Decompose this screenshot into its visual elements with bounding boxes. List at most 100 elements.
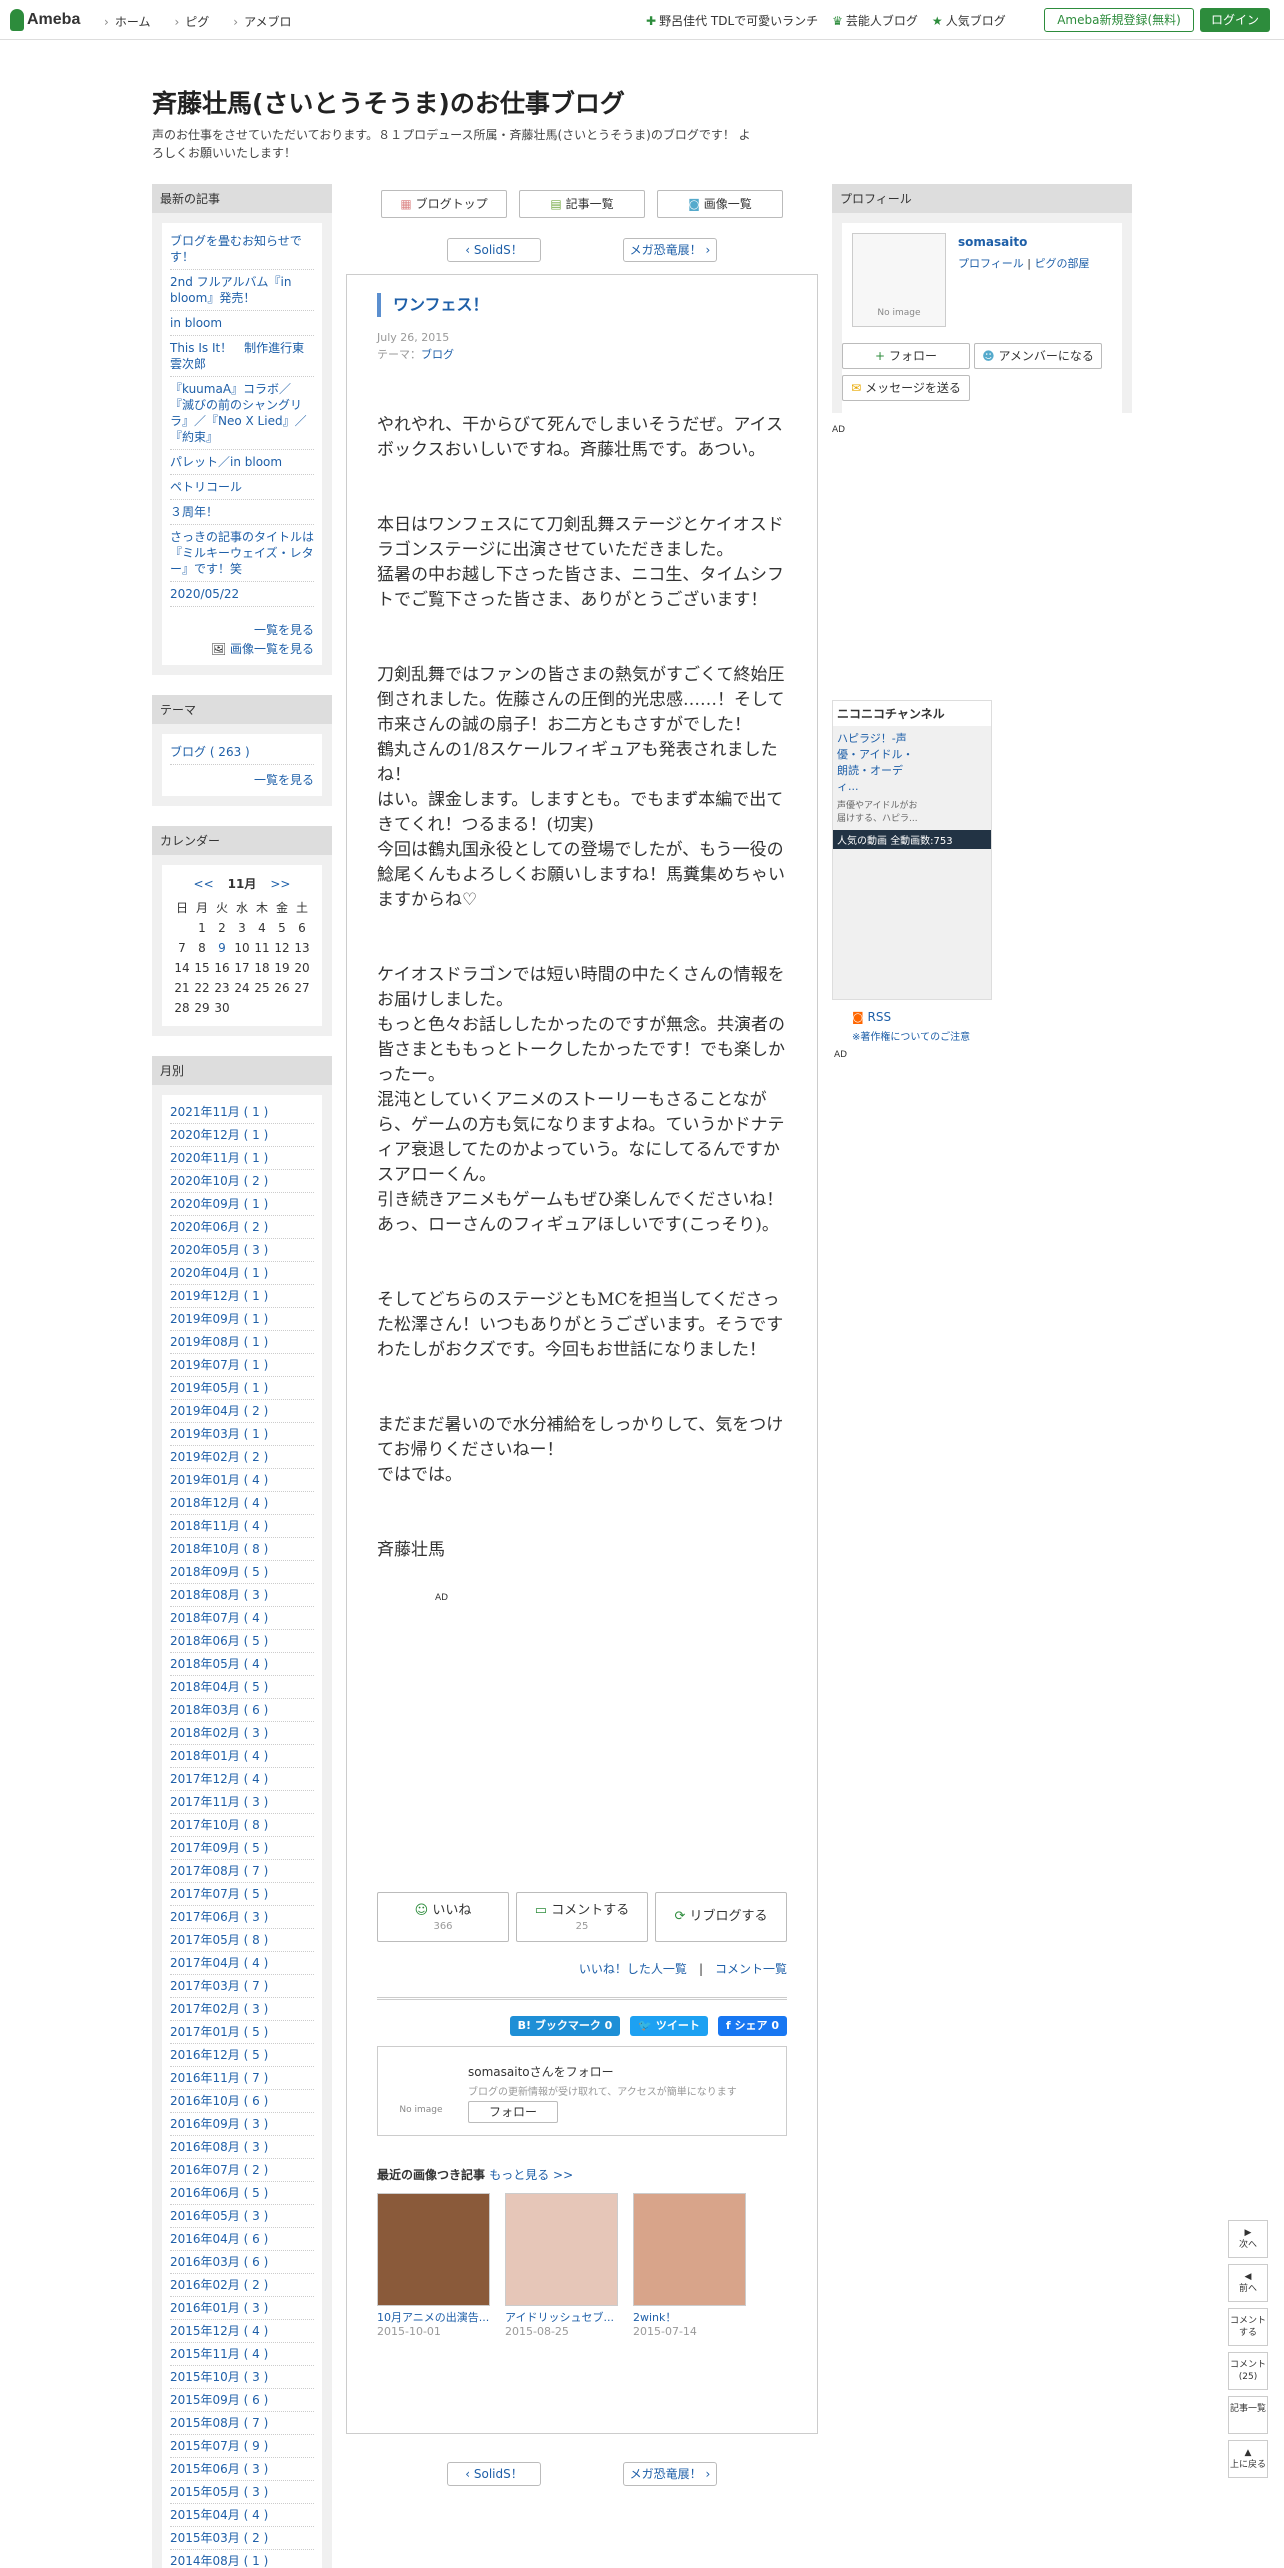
float-article-list[interactable]: 記事一覧 xyxy=(1228,2396,1268,2434)
image-list-link[interactable]: 画像一覧を見る xyxy=(230,642,314,656)
monthly-link[interactable]: 2020年06月 ( 2 ) xyxy=(170,1220,268,1234)
recent-images-more[interactable]: もっと見る >> xyxy=(489,2168,573,2182)
recent-image-thumbnail[interactable] xyxy=(633,2193,746,2306)
message-button[interactable]: ✉ メッセージを送る xyxy=(842,375,970,401)
monthly-link[interactable]: 2018年03月 ( 6 ) xyxy=(170,1703,268,1717)
monthly-link[interactable]: 2017年04月 ( 4 ) xyxy=(170,1956,268,1970)
profile-link[interactable]: プロフィール xyxy=(958,257,1024,270)
tweet-button[interactable]: 🐦 ツイート xyxy=(630,2016,708,2036)
monthly-link[interactable]: 2020年09月 ( 1 ) xyxy=(170,1197,268,1211)
recent-article-link[interactable]: in bloom xyxy=(170,316,222,330)
blog-title[interactable]: 斉藤壮馬(さいとうそうま)のお仕事ブログ xyxy=(152,84,1132,120)
reblog-button[interactable]: ⟳ リブログする xyxy=(655,1892,787,1942)
monthly-link[interactable]: 2020年12月 ( 1 ) xyxy=(170,1128,268,1142)
article-theme-link[interactable]: ブログ xyxy=(421,348,454,361)
amember-button[interactable]: ☻ アメンバーになる xyxy=(974,343,1102,369)
calendar-prev[interactable]: << xyxy=(194,877,214,891)
next-article-button[interactable]: メガ恐竜展！ › xyxy=(623,238,717,262)
recent-article-link[interactable]: 2nd フルアルバム『in bloom』発売！ xyxy=(170,275,292,305)
register-button[interactable]: Ameba新規登録(無料) xyxy=(1044,8,1194,32)
monthly-link[interactable]: 2017年09月 ( 5 ) xyxy=(170,1841,268,1855)
monthly-link[interactable]: 2015年12月 ( 4 ) xyxy=(170,2324,268,2338)
monthly-link[interactable]: 2018年01月 ( 4 ) xyxy=(170,1749,268,1763)
monthly-link[interactable]: 2018年06月 ( 5 ) xyxy=(170,1634,268,1648)
hatena-bookmark-button[interactable]: B! ブックマーク 0 xyxy=(509,2016,621,2036)
popular-blog-link[interactable]: ★ 人気ブログ xyxy=(932,12,1006,29)
monthly-link[interactable]: 2019年08月 ( 1 ) xyxy=(170,1335,268,1349)
recent-article-link[interactable]: 2020/05/22 xyxy=(170,587,239,601)
profile-name[interactable]: somasaito xyxy=(958,235,1027,249)
recent-article-link[interactable]: ペトリコール xyxy=(170,480,242,494)
recent-article-link[interactable]: This Is It！ 制作進行東雲次郎 xyxy=(170,341,304,371)
like-users-link[interactable]: いいね！した人一覧 xyxy=(579,1962,687,1976)
monthly-link[interactable]: 2019年04月 ( 2 ) xyxy=(170,1404,268,1418)
monthly-link[interactable]: 2015年03月 ( 2 ) xyxy=(170,2531,268,2545)
monthly-link[interactable]: 2019年02月 ( 2 ) xyxy=(170,1450,268,1464)
monthly-link[interactable]: 2015年09月 ( 6 ) xyxy=(170,2393,268,2407)
nav-pigg[interactable]: ピグ xyxy=(174,13,209,30)
monthly-link[interactable]: 2018年11月 ( 4 ) xyxy=(170,1519,268,1533)
monthly-link[interactable]: 2018年04月 ( 5 ) xyxy=(170,1680,268,1694)
monthly-link[interactable]: 2018年08月 ( 3 ) xyxy=(170,1588,268,1602)
monthly-link[interactable]: 2018年10月 ( 8 ) xyxy=(170,1542,268,1556)
copyright-link[interactable]: ※著作権についてのご注意 xyxy=(852,1028,970,1043)
monthly-link[interactable]: 2019年09月 ( 1 ) xyxy=(170,1312,268,1326)
recent-more-link[interactable]: 一覧を見る xyxy=(254,623,314,637)
monthly-link[interactable]: 2018年02月 ( 3 ) xyxy=(170,1726,268,1740)
monthly-link[interactable]: 2019年12月 ( 1 ) xyxy=(170,1289,268,1303)
monthly-link[interactable]: 2020年10月 ( 2 ) xyxy=(170,1174,268,1188)
monthly-link[interactable]: 2015年06月 ( 3 ) xyxy=(170,2462,268,2476)
pig-room-link[interactable]: ピグの部屋 xyxy=(1034,257,1089,270)
float-prev[interactable]: ◀ 前へ xyxy=(1228,2264,1268,2302)
monthly-link[interactable]: 2017年11月 ( 3 ) xyxy=(170,1795,268,1809)
float-comment[interactable]: コメントする xyxy=(1228,2308,1268,2346)
monthly-link[interactable]: 2015年07月 ( 9 ) xyxy=(170,2439,268,2453)
monthly-link[interactable]: 2018年12月 ( 4 ) xyxy=(170,1496,268,1510)
float-next[interactable]: ▶ 次へ xyxy=(1228,2220,1268,2258)
theme-more-link[interactable]: 一覧を見る xyxy=(254,773,314,787)
monthly-link[interactable]: 2020年04月 ( 1 ) xyxy=(170,1266,268,1280)
monthly-link[interactable]: 2018年07月 ( 4 ) xyxy=(170,1611,268,1625)
monthly-link[interactable]: 2016年01月 ( 3 ) xyxy=(170,2301,268,2315)
monthly-link[interactable]: 2018年05月 ( 4 ) xyxy=(170,1657,268,1671)
monthly-link[interactable]: 2017年06月 ( 3 ) xyxy=(170,1910,268,1924)
monthly-link[interactable]: 2016年09月 ( 3 ) xyxy=(170,2117,268,2131)
rss-link[interactable]: ◙ RSS xyxy=(852,1010,891,1024)
monthly-link[interactable]: 2019年05月 ( 1 ) xyxy=(170,1381,268,1395)
monthly-link[interactable]: 2016年06月 ( 5 ) xyxy=(170,2186,268,2200)
monthly-link[interactable]: 2021年11月 ( 1 ) xyxy=(170,1105,268,1119)
monthly-link[interactable]: 2017年10月 ( 8 ) xyxy=(170,1818,268,1832)
article-title[interactable]: ワンフェス！ xyxy=(377,293,787,317)
float-comments-count[interactable]: コメント(25) xyxy=(1228,2352,1268,2390)
monthly-link[interactable]: 2014年08月 ( 1 ) xyxy=(170,2554,268,2568)
comment-list-link[interactable]: コメント一覧 xyxy=(715,1962,787,1976)
news-link[interactable]: ✚ 野呂佳代 TDLで可愛いランチ xyxy=(646,12,818,29)
monthly-link[interactable]: 2016年08月 ( 3 ) xyxy=(170,2140,268,2154)
nav-home[interactable]: ホーム xyxy=(104,13,151,30)
monthly-link[interactable]: 2016年05月 ( 3 ) xyxy=(170,2209,268,2223)
monthly-link[interactable]: 2015年11月 ( 4 ) xyxy=(170,2347,268,2361)
tab-blog-top[interactable]: ▦ ブログトップ xyxy=(381,190,507,218)
monthly-link[interactable]: 2015年08月 ( 7 ) xyxy=(170,2416,268,2430)
next-article-button-bottom[interactable]: メガ恐竜展！ › xyxy=(623,2462,717,2486)
monthly-link[interactable]: 2016年07月 ( 2 ) xyxy=(170,2163,268,2177)
monthly-link[interactable]: 2017年03月 ( 7 ) xyxy=(170,1979,268,1993)
monthly-link[interactable]: 2016年10月 ( 6 ) xyxy=(170,2094,268,2108)
monthly-link[interactable]: 2015年05月 ( 3 ) xyxy=(170,2485,268,2499)
calendar-next[interactable]: >> xyxy=(270,877,290,891)
recent-image-caption[interactable]: 10月アニメの出演告... xyxy=(377,2309,490,2325)
tab-image-list[interactable]: ◙ 画像一覧 xyxy=(657,190,783,218)
facebook-share-button[interactable]: f シェア 0 xyxy=(717,2016,787,2036)
monthly-link[interactable]: 2019年01月 ( 4 ) xyxy=(170,1473,268,1487)
prev-article-button[interactable]: ‹ SolidS！ xyxy=(447,238,541,262)
recent-image-caption[interactable]: 2wink！ xyxy=(633,2309,746,2325)
monthly-link[interactable]: 2018年09月 ( 5 ) xyxy=(170,1565,268,1579)
recent-article-link[interactable]: さっきの記事のタイトルは『ミルキーウェイズ・レター』です！笑 xyxy=(170,530,314,576)
comment-button[interactable]: ▭ コメントする 25 xyxy=(516,1892,648,1942)
like-button[interactable]: ☺ いいね 366 xyxy=(377,1892,509,1942)
recent-article-link[interactable]: 『kuumaA』コラボ／『滅びの前のシャングリラ』／『Neo X Lied』／『… xyxy=(170,382,307,444)
tab-article-list[interactable]: ▤ 記事一覧 xyxy=(519,190,645,218)
float-top[interactable]: ▲ 上に戻る xyxy=(1228,2440,1268,2478)
monthly-link[interactable]: 2016年03月 ( 6 ) xyxy=(170,2255,268,2269)
monthly-link[interactable]: 2015年04月 ( 4 ) xyxy=(170,2508,268,2522)
